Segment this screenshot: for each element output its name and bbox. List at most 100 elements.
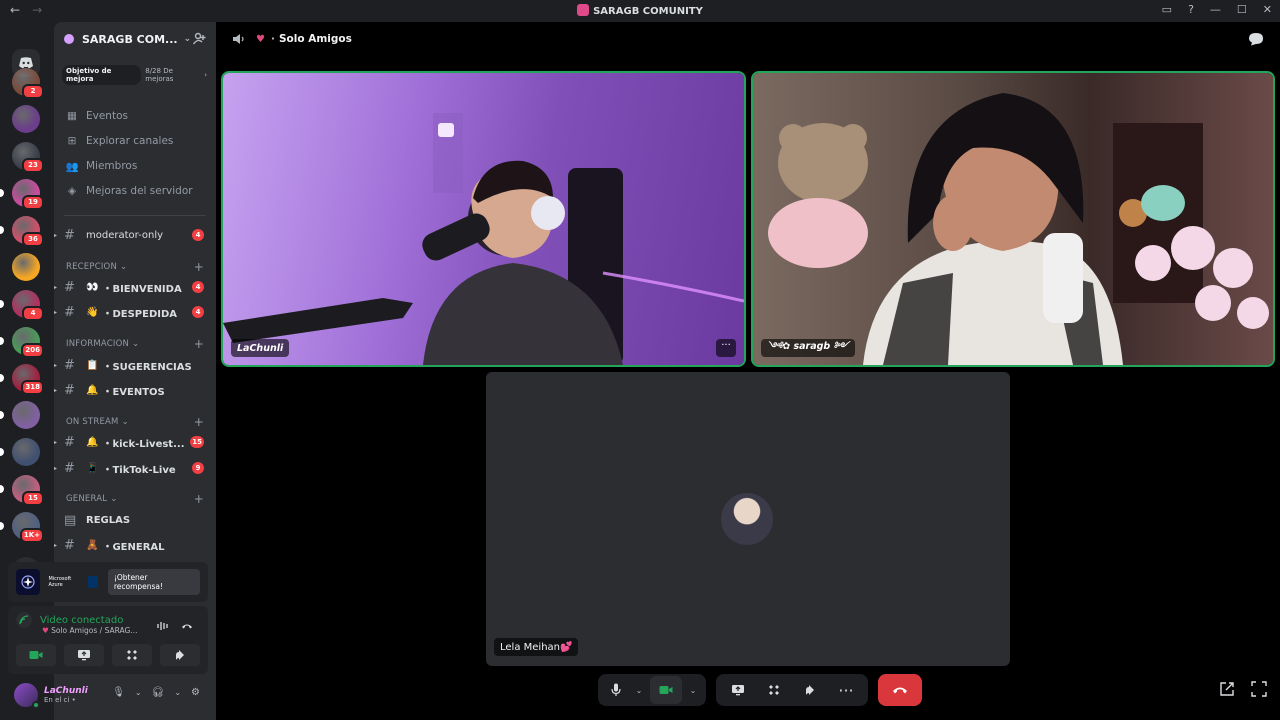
close-icon[interactable]: ✕	[1263, 3, 1272, 16]
channel-sugerencias[interactable]: ▸ # 📋 ・SUGERENCIAS	[54, 354, 210, 376]
back-icon[interactable]: ←	[10, 3, 20, 17]
user-avatar[interactable]	[14, 683, 40, 709]
menu-members[interactable]: 👥 Miembros	[65, 156, 137, 176]
maximize-icon[interactable]: ☐	[1237, 3, 1247, 16]
soundboard-icon	[176, 650, 184, 660]
server-icon[interactable]: 318	[0, 364, 44, 395]
add-channel-icon[interactable]: +	[194, 260, 204, 274]
user-info[interactable]: LaChunli En el ci •	[44, 686, 88, 704]
video-tile[interactable]: ༺✿ saragb ༻	[753, 73, 1273, 365]
av-controls: ⌄ ⌄	[598, 674, 706, 706]
server-icon[interactable]: 23	[12, 142, 44, 173]
dot-separator: ·	[270, 33, 275, 45]
add-channel-icon[interactable]: +	[194, 415, 204, 429]
mention-badge: 19	[22, 195, 44, 210]
hash-icon: #	[64, 304, 75, 320]
window-controls: ▭ ? — ☐ ✕	[1162, 3, 1272, 16]
camera-icon	[29, 651, 43, 659]
channel-general[interactable]: ▸ # 🧸 ・GENERAL	[54, 534, 210, 556]
nav-arrows: ← →	[10, 3, 42, 17]
participant-name: LaChunli	[231, 339, 290, 357]
add-channel-icon[interactable]: +	[194, 337, 204, 351]
server-name: SARAGB COM...	[82, 32, 178, 46]
noise-suppression-icon[interactable]	[156, 618, 170, 632]
boost-progress[interactable]: Objetivo de mejora 8/28 De mejoras ›	[62, 65, 207, 85]
server-icon[interactable]	[12, 105, 40, 133]
server-icon[interactable]: 36	[0, 216, 44, 247]
chevron-down-icon[interactable]: ⌄	[686, 676, 700, 704]
channel-reglas[interactable]: ▤ REGLAS	[60, 509, 210, 531]
boost-icon: ◈	[67, 185, 77, 197]
chevron-down-icon[interactable]: ⌄	[632, 676, 646, 704]
channel-moderator-only[interactable]: ▸ # moderator-only 4	[54, 224, 210, 246]
hash-lock-icon: #	[64, 227, 75, 243]
unread-badge: 4	[192, 306, 204, 318]
channel-eventos[interactable]: ▸ # 🔔 ・EVENTOS	[54, 379, 210, 401]
menu-events[interactable]: ▦ Eventos	[66, 106, 128, 126]
video-tile[interactable]: Lela Meihan💕	[486, 372, 1010, 666]
soundboard-button[interactable]	[794, 676, 826, 704]
leave-call-button[interactable]	[878, 674, 922, 706]
fullscreen-icon[interactable]	[1250, 680, 1268, 698]
category-on-stream[interactable]: ON STREAM ⌄ +	[66, 415, 204, 429]
server-icon[interactable]	[0, 401, 40, 429]
add-channel-icon[interactable]: +	[194, 492, 204, 506]
minimize-icon[interactable]: —	[1210, 3, 1221, 16]
menu-server-boost[interactable]: ◈ Mejoras del servidor	[66, 181, 193, 201]
activities-icon	[127, 650, 137, 660]
server-icon[interactable]: 15	[0, 475, 44, 506]
mention-badge: 318	[21, 380, 44, 395]
get-reward-button[interactable]: ¡Obtener recompensa!	[107, 569, 200, 595]
chevron-down-icon[interactable]: ⌄	[174, 688, 181, 697]
screen-share-icon[interactable]: ▭	[1162, 3, 1172, 16]
voice-location[interactable]: ♥ Solo Amigos / SARAG...	[42, 626, 138, 635]
channel-bienvenida[interactable]: ▸ # 👀 ・BIENVENIDA 4	[54, 276, 210, 298]
settings-gear-icon[interactable]: ⚙	[191, 687, 200, 698]
pop-out-icon[interactable]	[1218, 680, 1236, 698]
more-options-icon[interactable]: ···	[830, 676, 862, 704]
server-icon[interactable]: 4	[0, 290, 44, 321]
headphones-icon[interactable]: 🎧︎	[152, 687, 165, 698]
arrow-icon: ▸	[54, 283, 58, 291]
channel-tiktok-live[interactable]: ▸ # 📱 ・TikTok-Live 9	[54, 457, 210, 479]
camera-button[interactable]	[650, 676, 682, 704]
camera-button[interactable]	[16, 644, 56, 666]
hash-icon: #	[64, 279, 75, 295]
chevron-down-icon[interactable]: ⌄	[135, 688, 142, 697]
server-icon[interactable]: 206	[0, 327, 44, 358]
more-options-icon[interactable]: ···	[716, 339, 736, 357]
screen-share-button[interactable]	[722, 676, 754, 704]
server-icon[interactable]: 19	[0, 179, 44, 210]
participant-avatar	[721, 493, 773, 545]
server-emblem-icon	[64, 34, 74, 44]
channel-emoji: 👋	[86, 306, 99, 318]
video-tile[interactable]: LaChunli ···	[223, 73, 744, 365]
help-icon[interactable]: ?	[1188, 3, 1194, 16]
invite-icon[interactable]	[192, 32, 206, 46]
category-informacion[interactable]: INFORMACION ⌄ +	[66, 337, 204, 351]
soundboard-button[interactable]	[160, 644, 200, 666]
microphone-icon[interactable]: 🎙︎	[112, 687, 125, 698]
server-header[interactable]: SARAGB COM... ⌄	[54, 22, 216, 56]
forward-icon[interactable]: →	[32, 3, 42, 17]
server-icon[interactable]	[0, 438, 40, 466]
promo-banner[interactable]: Microsoft Azure ¡Obtener recompensa!	[8, 562, 208, 602]
unread-badge: 4	[192, 281, 204, 293]
server-icon[interactable]	[12, 253, 40, 281]
menu-browse-channels[interactable]: ⊞ Explorar canales	[66, 131, 174, 151]
server-icon[interactable]: 2	[12, 68, 44, 99]
activities-button[interactable]	[758, 676, 790, 704]
server-icon[interactable]: 1K+	[0, 512, 44, 543]
unread-indicator	[0, 300, 4, 308]
category-recepcion[interactable]: RECEPCION ⌄ +	[66, 260, 204, 274]
disconnect-icon[interactable]	[180, 618, 194, 632]
screen-share-button[interactable]	[64, 644, 104, 666]
channel-despedida[interactable]: ▸ # 👋 ・DESPEDIDA 4	[54, 301, 210, 323]
microphone-button[interactable]	[604, 676, 628, 704]
activities-button[interactable]	[112, 644, 152, 666]
unread-indicator	[0, 189, 4, 197]
category-general[interactable]: GENERAL ⌄ +	[66, 492, 204, 506]
chat-icon[interactable]	[1248, 32, 1264, 46]
server-icon	[577, 4, 590, 16]
channel-kick-livestream[interactable]: ▸ # 🔔 ・kick-Livest... 15	[54, 431, 210, 453]
